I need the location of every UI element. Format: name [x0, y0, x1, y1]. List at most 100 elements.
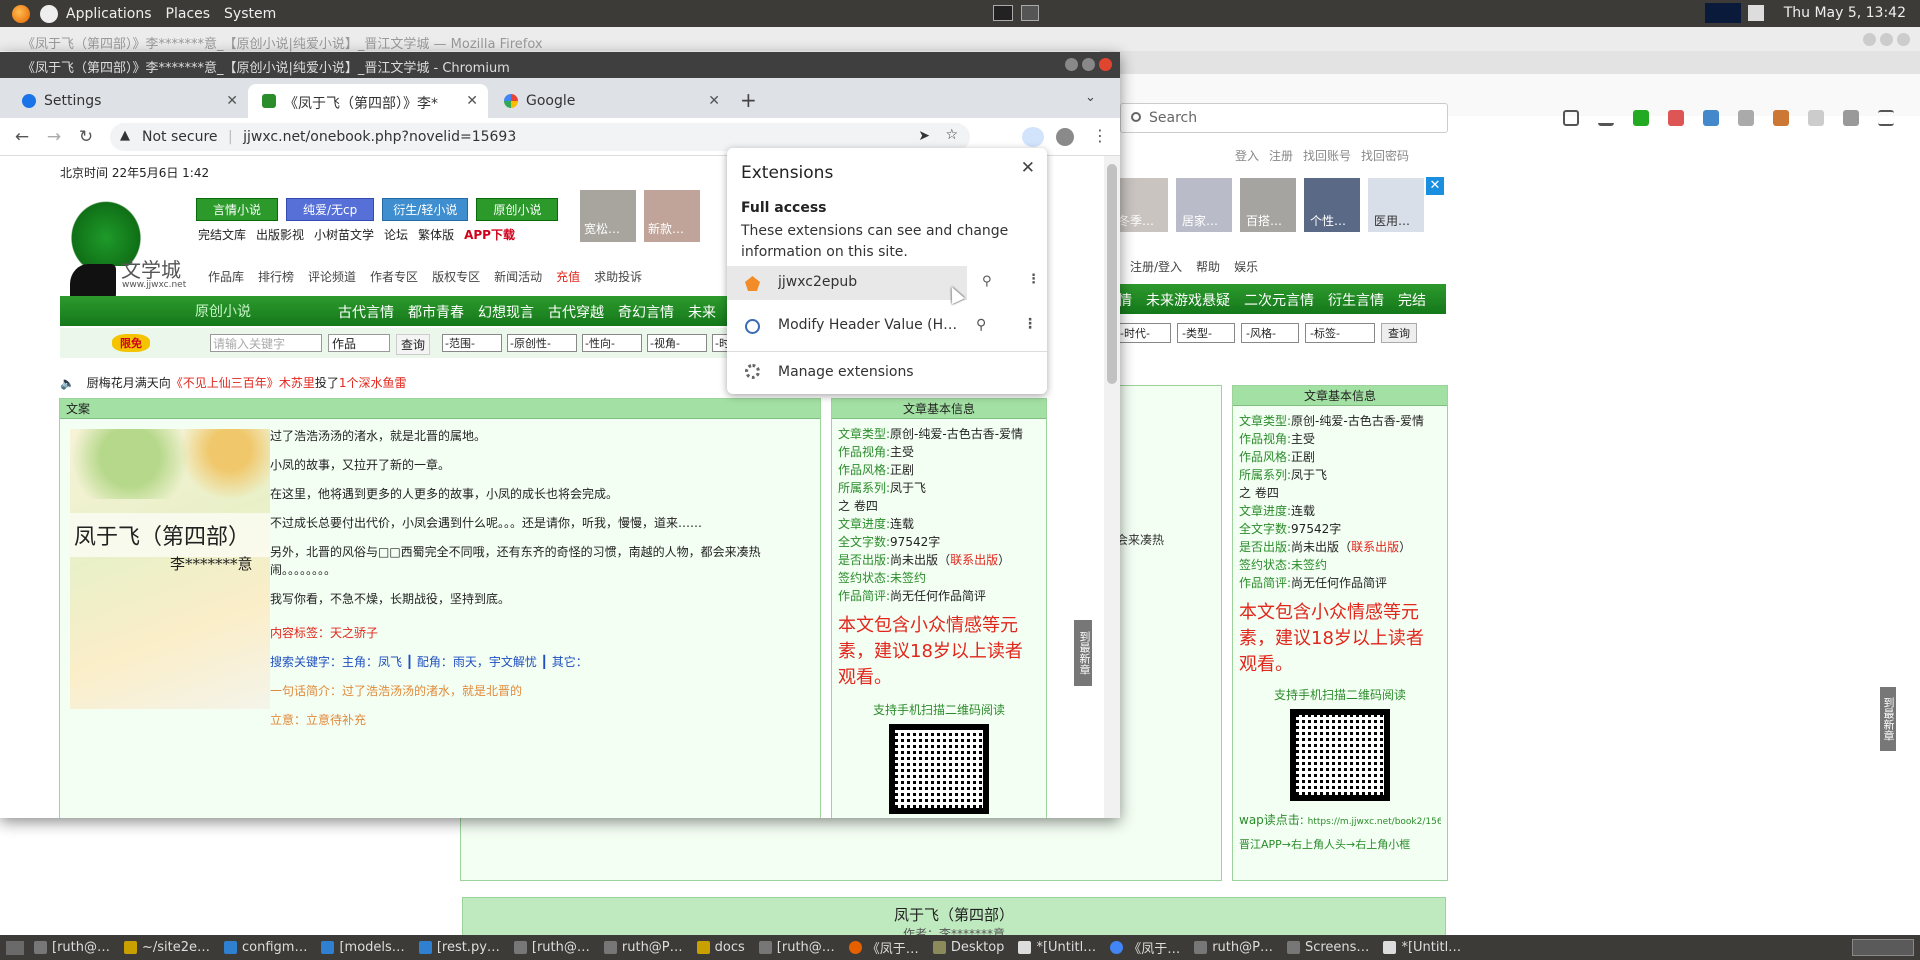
to-latest-chapter[interactable]: 到最新章 [1074, 620, 1092, 686]
taskbar-item[interactable]: *[Untitl… [1383, 940, 1461, 955]
taskbar-item[interactable]: Screens… [1286, 940, 1369, 955]
taskbar-item[interactable]: [ruth@… [34, 940, 110, 955]
taskbar-item[interactable]: *[Untitl… [1018, 940, 1096, 955]
ff-nav-help[interactable]: 帮助 [1196, 260, 1220, 274]
nav-item[interactable]: 版权专区 [432, 270, 480, 284]
taskbar-item[interactable]: 《凤于… [848, 938, 919, 957]
download-icon[interactable] [1598, 110, 1614, 126]
ad-thumb[interactable]: 居家… [1176, 178, 1232, 232]
monitor-launcher-icon[interactable] [1021, 5, 1039, 21]
book-cover[interactable]: 凤于飞（第四部） 李*******意 [70, 429, 270, 709]
site-search-input[interactable]: 请输入关键字 [210, 334, 322, 352]
cat-button-original[interactable]: 原创小说 [476, 198, 559, 221]
url-input[interactable]: ▲ Not secure | jjwxc.net/onebook.php?nov… [110, 123, 970, 151]
tab-search-chevron-icon[interactable]: ⌄ [1085, 90, 1096, 105]
ff-wap-url[interactable]: https://m.jjwxc.net/book2/15693 [1308, 817, 1441, 827]
taskbar-item[interactable]: [models… [321, 940, 405, 955]
link-completed[interactable]: 完结文库 [198, 226, 246, 243]
green-nav-item[interactable]: 未来 [688, 305, 716, 321]
hamburger-menu-icon[interactable] [1878, 110, 1894, 126]
extension-icon-6[interactable] [1843, 110, 1859, 126]
pin-icon[interactable]: ⚲ [982, 274, 992, 289]
extension-row-modify-header[interactable]: Modify Header Value (H… ⚲ ⋮ [727, 309, 1047, 343]
reload-icon[interactable]: ↻ [76, 127, 96, 147]
ff-publish-link[interactable]: 联系出版 [1351, 540, 1399, 554]
profile-avatar-icon[interactable] [1056, 128, 1074, 146]
ff-nav-fun[interactable]: 娱乐 [1234, 260, 1258, 274]
ff-filter-select[interactable]: -时代- [1115, 323, 1171, 343]
firefox-search-input[interactable]: Search [1120, 103, 1448, 133]
manage-extensions-row[interactable]: Manage extensions [727, 354, 1047, 388]
nav-item[interactable]: 求助投诉 [594, 270, 642, 284]
tab-jjwxc[interactable]: 《凤于飞（第四部）》李* ✕ [248, 84, 488, 118]
firefox-launcher-icon[interactable] [12, 4, 30, 23]
green-nav-item[interactable]: 都市青春 [408, 305, 464, 321]
tab-google[interactable]: Google ✕ [490, 84, 730, 118]
taskbar-item[interactable]: [rest.py… [418, 940, 500, 955]
green-nav-item[interactable]: 奇幻言情 [618, 305, 674, 321]
extension-icon-3[interactable] [1738, 110, 1754, 126]
extensions-puzzle-icon[interactable] [1022, 127, 1044, 147]
ff-green-nav-item[interactable]: 未来游戏悬疑 [1146, 293, 1230, 309]
tag-link[interactable]: 天之骄子 [330, 626, 378, 640]
close-icon[interactable]: ✕ [1021, 158, 1035, 178]
more-options-icon[interactable]: ⋮ [1023, 316, 1037, 332]
menu-system[interactable]: System [224, 6, 276, 22]
close-icon[interactable]: ✕ [708, 93, 720, 109]
ff-green-nav-item[interactable]: 完结 [1398, 293, 1426, 309]
taskbar-item[interactable]: [ruth@… [513, 940, 590, 955]
ff-app-text[interactable]: 晋江APP→右上角人头→右上角小框 [1239, 836, 1441, 852]
keyword-links[interactable]: 主角：凤飞 ┃ 配角：雨天，宇文解忧 ┃ 其它： [342, 655, 588, 669]
ad-thumb[interactable]: 宽松… [580, 190, 636, 242]
minimize-button[interactable] [1065, 58, 1078, 71]
add-icon[interactable] [1633, 110, 1649, 126]
pin-icon[interactable]: ⚲ [976, 317, 986, 333]
green-nav-item[interactable]: 幻想现言 [478, 305, 534, 321]
ad-thumb[interactable]: 百搭… [1240, 178, 1296, 232]
cat-button-derivative[interactable]: 衍生/轻小说 [382, 198, 469, 221]
send-tab-icon[interactable]: ➤ [918, 128, 930, 144]
ad-close-icon[interactable]: ✕ [1426, 177, 1444, 195]
back-icon[interactable]: ← [12, 127, 32, 147]
close-button[interactable] [1099, 58, 1112, 71]
ff-query-button[interactable]: 查询 [1381, 323, 1417, 343]
cat-button-romance[interactable]: 言情小说 [196, 198, 279, 221]
green-nav-item[interactable]: 古代言情 [338, 305, 394, 321]
ad-thumb[interactable]: 个性… [1304, 178, 1360, 232]
network-icon[interactable] [1748, 5, 1764, 21]
extension-icon-1[interactable] [1668, 110, 1684, 126]
taskbar-item[interactable]: 《凤于… [1110, 938, 1180, 957]
ff-find-account-link[interactable]: 找回账号 [1303, 147, 1351, 164]
publish-link[interactable]: 联系出版 [950, 553, 998, 567]
ff-filter-select[interactable]: -类型- [1177, 323, 1235, 343]
not-secure-label[interactable]: Not secure [142, 129, 218, 145]
filter-select[interactable]: -原创性- [507, 334, 577, 352]
nav-item[interactable]: 排行榜 [258, 270, 294, 284]
taskbar-item[interactable]: [ruth@… [758, 940, 835, 955]
green-title[interactable]: 原创小说 [195, 301, 251, 321]
ff-filter-select[interactable]: -标签- [1305, 323, 1375, 343]
marquee-book-link[interactable]: 《不见上仙三百年》 [171, 376, 279, 390]
chrome-menu-icon[interactable]: ⋮ [1092, 126, 1108, 145]
green-nav-item[interactable]: 古代穿越 [548, 305, 604, 321]
extension-icon-4[interactable] [1773, 110, 1789, 126]
forward-icon[interactable]: → [44, 127, 64, 147]
taskbar-item[interactable]: configm… [224, 940, 307, 955]
pocket-icon[interactable] [1563, 110, 1579, 126]
maximize-button[interactable] [1082, 58, 1095, 71]
link-sapling[interactable]: 小树苗文学 [314, 226, 374, 243]
filter-select[interactable]: -视角- [647, 334, 707, 352]
ff-filter-select[interactable]: -风格- [1241, 323, 1299, 343]
marquee-author-link[interactable]: 木苏里 [279, 376, 315, 390]
ff-window-buttons[interactable] [1859, 33, 1910, 50]
ad-thumb[interactable]: 新款… [644, 190, 700, 242]
menu-places[interactable]: Places [166, 6, 211, 22]
clock[interactable]: Thu May 5, 13:42 [1784, 5, 1906, 21]
extension-icon-2[interactable] [1703, 110, 1719, 126]
extension-icon-5[interactable] [1808, 110, 1824, 126]
bookmark-star-icon[interactable]: ☆ [945, 127, 958, 143]
ff-green-nav-item[interactable]: 二次元言情 [1244, 293, 1314, 309]
link-traditional[interactable]: 繁体版 [418, 226, 454, 243]
workspace-switcher[interactable] [1852, 939, 1914, 956]
link-publish[interactable]: 出版影视 [256, 226, 304, 243]
